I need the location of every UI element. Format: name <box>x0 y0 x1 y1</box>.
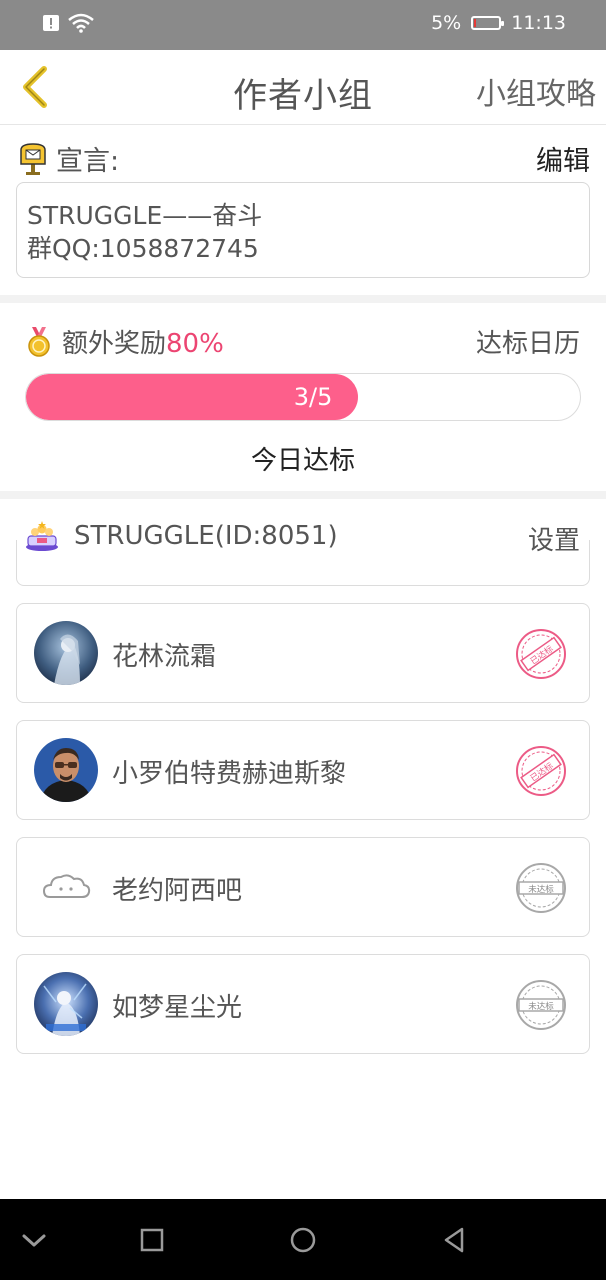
member-name: 如梦星尘光 <box>112 993 243 1023</box>
home-icon[interactable] <box>288 1225 318 1255</box>
achieved-stamp-icon: 已达标 <box>516 746 566 796</box>
member-item[interactable]: 老约阿西吧 未达标 <box>16 837 590 937</box>
progress-fill: 3/5 <box>26 374 359 420</box>
today-label: 今日达标 <box>250 446 355 476</box>
chevron-down-icon[interactable] <box>19 1225 49 1255</box>
avatar <box>34 738 98 802</box>
group-header: STRUGGLE(ID:8051) <box>24 520 338 552</box>
status-bar: 5% 11:13 <box>0 0 606 50</box>
member-name: 花林流霜 <box>112 642 217 672</box>
section-divider <box>0 491 606 499</box>
not-achieved-stamp-icon: 未达标 <box>516 980 566 1030</box>
avatar <box>34 621 98 685</box>
recent-apps-icon[interactable] <box>137 1225 167 1255</box>
declaration-label-text: 宣言: <box>56 146 120 177</box>
navigation-bar <box>0 1199 606 1280</box>
avatar <box>34 972 98 1036</box>
clock: 11:13 <box>511 12 566 34</box>
reward-percent: 80% <box>166 329 224 359</box>
group-section: STRUGGLE(ID:8051) 设置 花林流霜 已达标 小罗伯特费赫迪斯黎 … <box>0 500 606 1200</box>
declaration-section: 宣言: 编辑 STRUGGLE——奋斗 群QQ:1058872745 <box>0 125 606 295</box>
alert-icon <box>43 15 59 31</box>
section-divider <box>0 295 606 303</box>
declaration-line: 群QQ:1058872745 <box>27 234 259 263</box>
declaration-line: STRUGGLE——奋斗 <box>27 201 263 230</box>
edit-button[interactable]: 编辑 <box>536 139 590 178</box>
reward-label: 额外奖励80% <box>26 323 224 360</box>
calendar-link[interactable]: 达标日历 <box>476 323 580 360</box>
medal-icon <box>28 326 50 357</box>
progress-text: 3/5 <box>293 383 333 411</box>
avatar <box>34 855 98 919</box>
progress-bar: 3/5 <box>25 373 581 421</box>
member-item[interactable]: 小罗伯特费赫迪斯黎 已达标 <box>16 720 590 820</box>
group-name: STRUGGLE(ID:8051) <box>74 521 338 551</box>
mailbox-icon <box>20 142 46 175</box>
achieved-stamp-icon: 已达标 <box>516 629 566 679</box>
member-name: 小罗伯特费赫迪斯黎 <box>112 759 347 789</box>
stamp-text: 未达标 <box>528 884 554 895</box>
group-guide-link[interactable]: 小组攻略 <box>476 69 596 113</box>
settings-button[interactable]: 设置 <box>527 520 580 557</box>
member-name: 老约阿西吧 <box>112 876 243 906</box>
group-emblem-icon <box>26 521 58 551</box>
declaration-text-box: STRUGGLE——奋斗 群QQ:1058872745 <box>16 182 590 278</box>
reward-section: 额外奖励80% 达标日历 3/5 今日达标 <box>0 303 606 491</box>
top-bar: 作者小组 小组攻略 <box>0 50 606 125</box>
not-achieved-stamp-icon: 未达标 <box>516 863 566 913</box>
back-triangle-icon[interactable] <box>440 1225 470 1255</box>
battery-icon <box>471 16 505 30</box>
battery-percent: 5% <box>431 12 462 34</box>
declaration-label: 宣言: <box>18 139 119 178</box>
reward-label-text: 额外奖励 <box>62 329 167 359</box>
stamp-text: 未达标 <box>528 1001 554 1012</box>
member-item[interactable]: 如梦星尘光 未达标 <box>16 954 590 1054</box>
member-item[interactable]: 花林流霜 已达标 <box>16 603 590 703</box>
wifi-icon <box>68 13 94 33</box>
